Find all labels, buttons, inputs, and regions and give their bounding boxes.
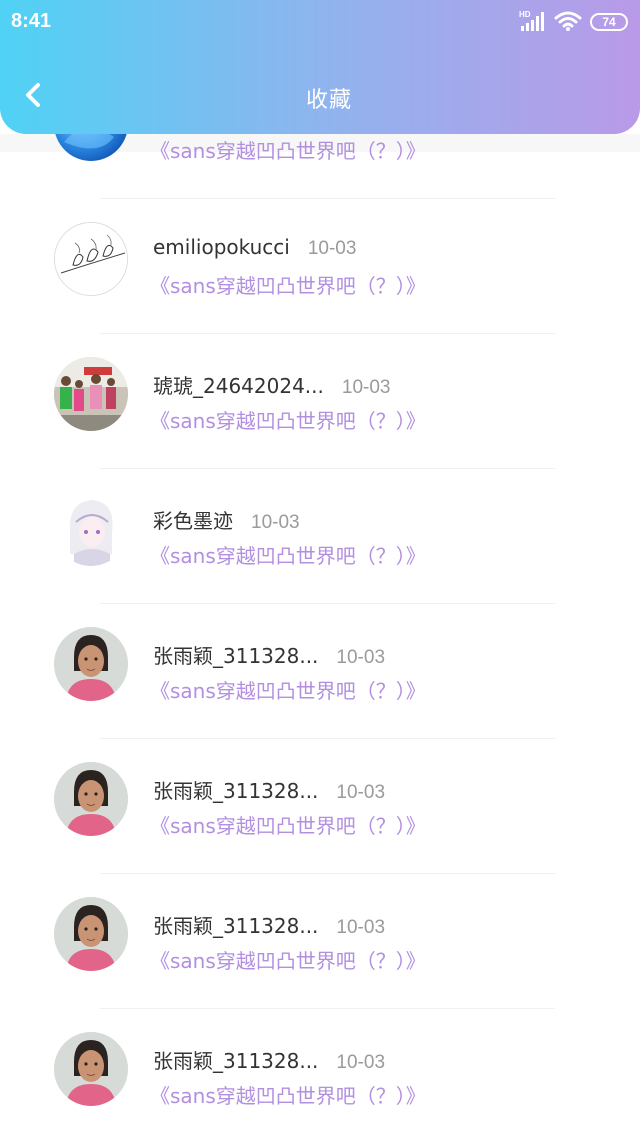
battery-icon: 74 (590, 13, 628, 31)
date-label: 10-03 (336, 917, 386, 938)
date-label: 10-03 (336, 647, 386, 668)
divider (100, 873, 555, 874)
name-line: 彩色墨迹 10-03 (153, 505, 300, 534)
user-name[interactable]: 琥琥_24642024... (153, 370, 324, 399)
divider (100, 738, 555, 739)
date-label: 10-03 (341, 377, 391, 398)
divider (100, 333, 555, 334)
list-item[interactable]: 张雨颖_311328... 10-03 《sans穿越凹凸世界吧（？）》 (0, 740, 640, 875)
favorite-title-link[interactable]: 《sans穿越凹凸世界吧（？）》 (150, 675, 426, 704)
user-name[interactable]: emiliopokucci (153, 235, 290, 259)
network-label: HD (519, 10, 531, 19)
date-label: 10-03 (251, 512, 300, 533)
avatar[interactable] (54, 1032, 128, 1106)
name-line: 张雨颖_311328... 10-03 (153, 910, 386, 939)
page-title: 收藏 (305, 88, 352, 113)
avatar[interactable] (54, 762, 128, 836)
divider (100, 1008, 555, 1009)
favorites-list: 《sans穿越凹凸世界吧（？）》 emiliopokucci 10-03 《sa… (0, 0, 640, 1138)
favorite-title-link[interactable]: 《sans穿越凹凸世界吧（？）》 (150, 270, 426, 299)
list-item[interactable]: 张雨颖_311328... 10-03 《sans穿越凹凸世界吧（？）》 (0, 1010, 640, 1138)
user-name[interactable]: 张雨颖_311328... (153, 640, 318, 669)
favorite-title-link[interactable]: 《sans穿越凹凸世界吧（？）》 (150, 540, 426, 569)
status-time: 8:41 (11, 10, 52, 32)
user-name[interactable]: 张雨颖_311328... (153, 910, 318, 939)
divider (100, 468, 555, 469)
favorite-title-link[interactable]: 《sans穿越凹凸世界吧（？）》 (150, 1080, 426, 1109)
user-name[interactable]: 张雨颖_311328... (153, 1045, 318, 1074)
list-item[interactable]: 琥琥_24642024... 10-03 《sans穿越凹凸世界吧（？）》 (0, 335, 640, 470)
avatar[interactable] (54, 492, 128, 566)
list-item[interactable]: 彩色墨迹 10-03 《sans穿越凹凸世界吧（？）》 (0, 470, 640, 605)
avatar[interactable] (54, 222, 128, 296)
avatar[interactable] (54, 357, 128, 431)
date-label: 10-03 (336, 1052, 386, 1073)
name-line: emiliopokucci 10-03 (153, 235, 356, 261)
divider (100, 198, 555, 199)
name-line: 张雨颖_311328... 10-03 (153, 775, 386, 804)
date-label: 10-03 (336, 782, 386, 803)
name-line: 琥琥_24642024... 10-03 (153, 370, 391, 399)
favorite-title-link[interactable]: 《sans穿越凹凸世界吧（？）》 (150, 945, 426, 974)
date-label: 10-03 (307, 238, 357, 259)
favorite-title-link[interactable]: 《sans穿越凹凸世界吧（？）》 (150, 405, 426, 434)
user-name[interactable]: 彩色墨迹 (153, 505, 233, 534)
name-line: 张雨颖_311328... 10-03 (153, 1045, 386, 1074)
favorite-title-link[interactable]: 《sans穿越凹凸世界吧（？）》 (150, 135, 426, 164)
wifi-icon (554, 11, 582, 31)
user-name[interactable]: 张雨颖_311328... (153, 775, 318, 804)
name-line: 张雨颖_311328... 10-03 (153, 640, 386, 669)
cellular-signal-icon: HD (519, 10, 544, 31)
favorite-title-link[interactable]: 《sans穿越凹凸世界吧（？）》 (150, 810, 426, 839)
list-item[interactable]: emiliopokucci 10-03 《sans穿越凹凸世界吧（？）》 (0, 200, 640, 335)
list-item[interactable]: 张雨颖_311328... 10-03 《sans穿越凹凸世界吧（？）》 (0, 875, 640, 1010)
avatar[interactable] (54, 627, 128, 701)
list-item[interactable]: 张雨颖_311328... 10-03 《sans穿越凹凸世界吧（？）》 (0, 605, 640, 740)
app-header: 8:41 HD 74 收藏 (0, 0, 640, 134)
avatar[interactable] (54, 897, 128, 971)
status-bar: 8:41 HD 74 (0, 0, 640, 44)
divider (100, 603, 555, 604)
battery-level: 74 (602, 15, 616, 29)
